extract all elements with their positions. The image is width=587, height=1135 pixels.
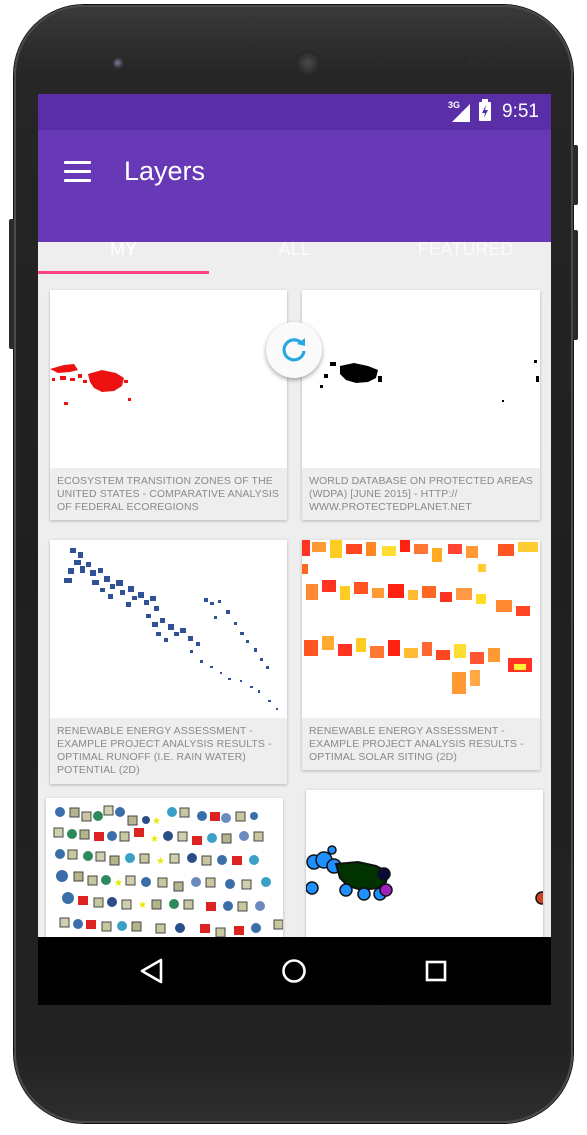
layer-card[interactable]: RENEWABLE ENERGY ASSESSMENT - EXAMPLE PR…	[50, 540, 287, 784]
proximity-sensor	[468, 60, 475, 67]
status-time: 9:51	[502, 101, 539, 122]
home-circle-icon[interactable]	[274, 951, 314, 991]
layer-title: RENEWABLE ENERGY ASSESSMENT - EXAMPLE PR…	[50, 718, 287, 784]
layer-card[interactable]: WORLD DATABASE ON PROTECTED AREAS (WDPA)…	[302, 290, 540, 520]
refresh-button[interactable]	[266, 322, 322, 378]
layer-title: ECOSYSTEM TRANSITION ZONES OF THE UNITED…	[50, 468, 287, 520]
layers-grid: ECOSYSTEM TRANSITION ZONES OF THE UNITED…	[38, 278, 551, 1005]
side-button	[573, 230, 578, 340]
svg-text:★: ★	[152, 816, 161, 827]
front-camera	[113, 58, 125, 70]
protected-areas-map-image	[320, 360, 539, 402]
svg-text:★: ★	[138, 900, 147, 911]
tab-featured[interactable]: FEATURED	[380, 220, 551, 278]
hamburger-menu-icon[interactable]	[60, 156, 96, 188]
tab-bar: MY ALL FEATURED	[38, 220, 551, 278]
layer-title: RENEWABLE ENERGY ASSESSMENT - EXAMPLE PR…	[302, 718, 540, 770]
status-bar: 3G 9:51	[38, 94, 551, 130]
layer-title: WORLD DATABASE ON PROTECTED AREAS (WDPA)…	[302, 468, 540, 520]
svg-text:★: ★	[150, 834, 159, 845]
tab-all[interactable]: ALL	[209, 220, 380, 278]
tab-my[interactable]: MY	[38, 220, 209, 278]
device-screen: 3G 9:51 Layers MY ALL FEATURED ECOSYSTEM…	[38, 94, 551, 1005]
light-sensor	[488, 60, 495, 67]
solar-siting-map-image	[302, 540, 538, 694]
layer-thumbnail	[302, 290, 540, 468]
svg-text:★: ★	[114, 878, 123, 889]
navigation-bar	[38, 937, 551, 1005]
back-triangle-icon[interactable]	[132, 951, 172, 991]
battery-charging-icon	[478, 98, 492, 126]
power-button	[573, 145, 578, 205]
signal-icon: 3G	[448, 100, 471, 122]
page-title: Layers	[124, 156, 206, 186]
layer-card[interactable]: RENEWABLE ENERGY ASSESSMENT - EXAMPLE PR…	[302, 540, 540, 770]
recents-square-icon[interactable]	[416, 951, 456, 991]
layer-thumbnail	[302, 540, 540, 718]
earpiece-speaker	[295, 50, 321, 76]
svg-text:★: ★	[156, 856, 165, 867]
ecoregions-map-image	[50, 364, 131, 405]
refresh-icon	[282, 338, 306, 362]
layer-thumbnail	[50, 540, 287, 718]
volume-button	[9, 219, 14, 349]
runoff-potential-map-image	[64, 548, 278, 710]
layer-card[interactable]: ECOSYSTEM TRANSITION ZONES OF THE UNITED…	[50, 290, 287, 520]
layer-thumbnail	[50, 290, 287, 468]
